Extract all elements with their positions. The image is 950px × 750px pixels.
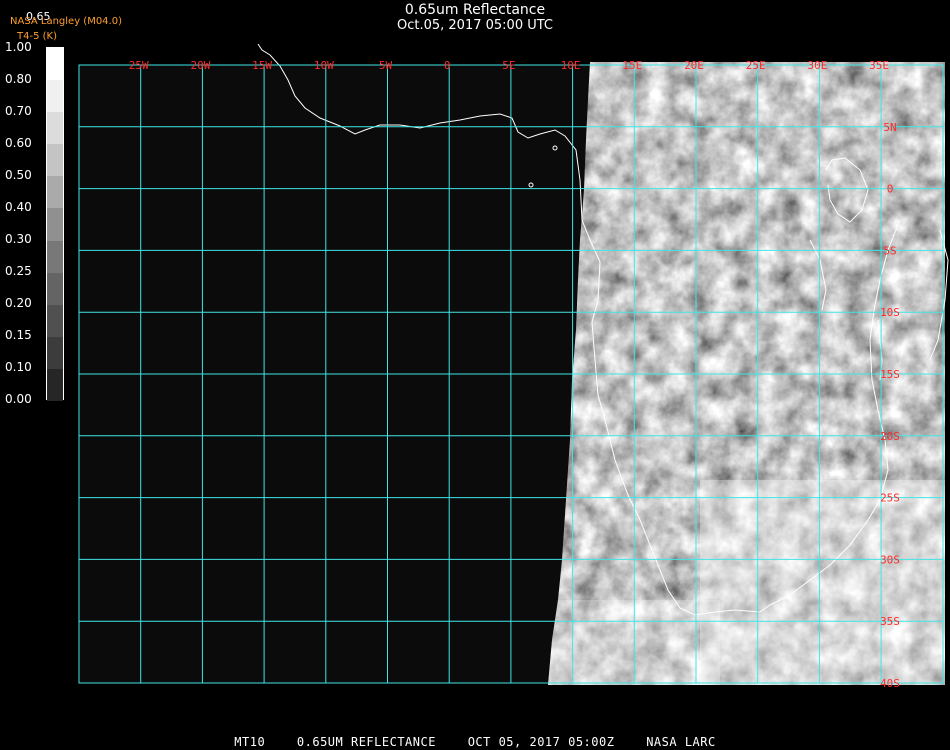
colorbar-segment [47,336,63,370]
footer-datetime: OCT 05, 2017 05:00Z [467,735,615,749]
reflectance-map: 25W 20W 15W 10W 5W 0 5E 10E 15E 20E 25E 30E 35E 5N 0 5… [78,43,949,690]
colorbar-segment [47,272,63,306]
longitude-label: 25W [129,59,149,72]
colorbar-tick-label: 0.10 [5,360,32,374]
colorbar-segment [47,208,63,242]
colorbar-segment [47,144,63,177]
colorbar-segment [47,176,63,209]
footer-channel: 0.65UM REFLECTANCE [296,735,436,749]
colorbar-tick-label: 0.15 [5,328,32,342]
colorbar-tick-label: 0.70 [5,104,32,118]
latitude-label: 35S [880,615,900,628]
latitude-label: 20S [880,430,900,443]
latitude-label: 0 [887,183,894,196]
colorbar-tick-label: 0.30 [5,232,32,246]
colorbar-tick-label: 0.00 [5,392,32,406]
colorbar-segment [47,304,63,338]
footer-product: MT10 [234,735,266,749]
footer-agency: NASA LARC [646,735,716,749]
map-datetime: Oct.05, 2017 05:00 UTC [397,18,553,33]
longitude-label: 30E [807,59,827,72]
colorbar-tick-label: 0.60 [5,136,32,150]
colorbar-segment [47,240,63,274]
longitude-label: 20E [684,59,704,72]
longitude-label: 20W [190,59,210,72]
longitude-label: 0 [444,59,451,72]
reflectance-colorbar [46,47,64,402]
longitude-label: 35E [869,59,889,72]
colorbar-segment [47,48,63,81]
colorbar-tick-label: 1.00 [5,40,32,54]
credit-line-1: NASA Langley (M04.0) [10,16,122,27]
map-title: 0.65um Reflectance [404,2,546,18]
latitude-label: 15S [880,368,900,381]
latitude-label: 5N [883,121,896,134]
longitude-label: 10E [561,59,581,72]
latitude-label: 5S [883,244,896,257]
longitude-label: 15E [622,59,642,72]
latitude-label: 40S [880,677,900,690]
colorbar-tick-label: 0.40 [5,200,32,214]
colorbar-tick-label: 0.80 [5,72,32,86]
colorbar-segment [47,368,63,402]
footer-caption: MT10 0.65UM REFLECTANCE OCT 05, 2017 05:… [0,735,950,749]
colorbar-segment [47,80,63,113]
latitude-label: 30S [880,553,900,566]
longitude-label: 10W [314,59,334,72]
longitude-label: 15W [252,59,272,72]
colorbar-segment [47,112,63,145]
colorbar-tick-label: 0.20 [5,296,32,310]
colorbar-tick-label: 0.50 [5,168,32,182]
longitude-label: 5W [379,59,393,72]
latitude-label: 25S [880,492,900,505]
longitude-label: 25E [746,59,766,72]
longitude-label: 5E [502,59,515,72]
colorbar-tick-label: 0.25 [5,264,32,278]
latitude-label: 10S [880,306,900,319]
